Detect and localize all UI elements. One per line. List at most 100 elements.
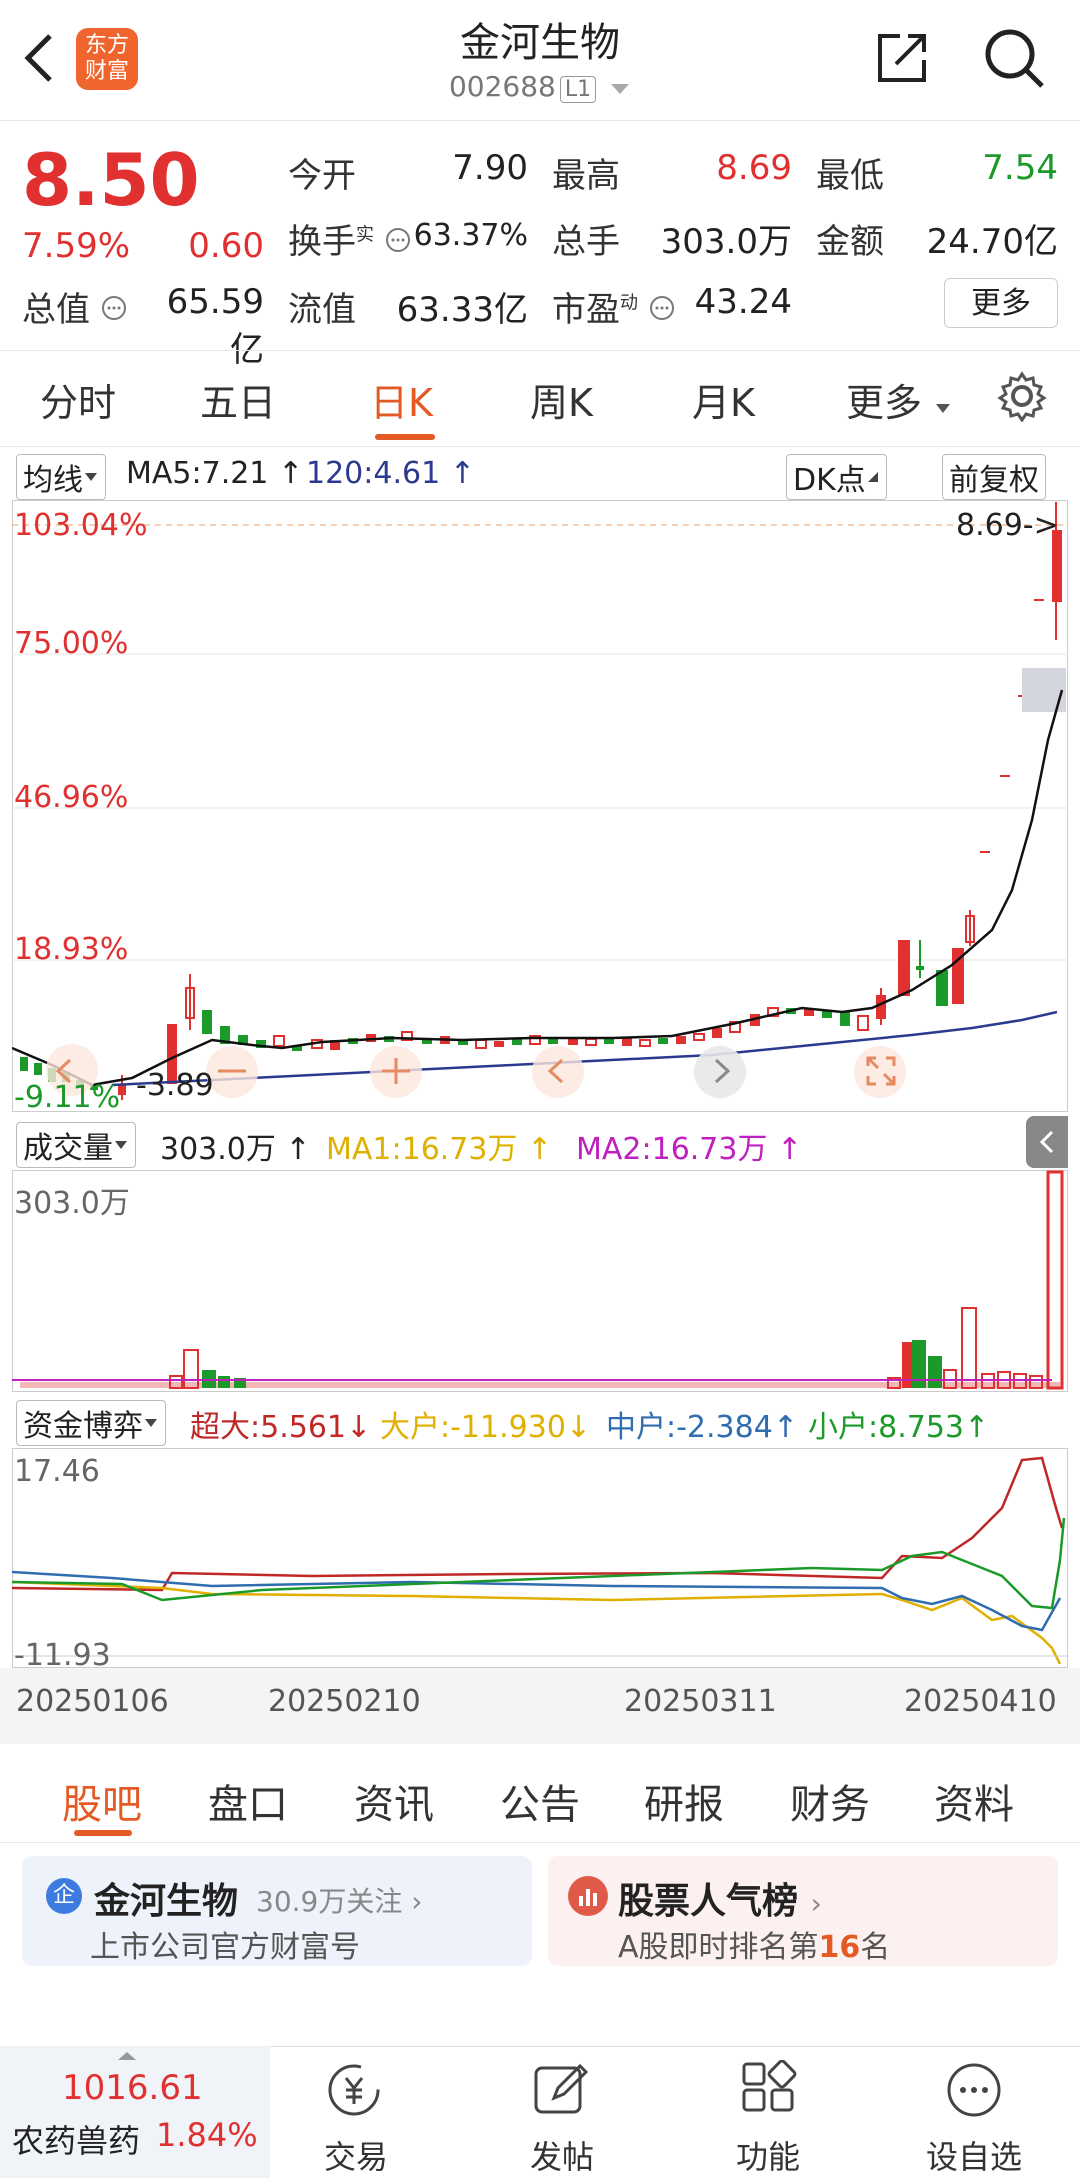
chevron-right-icon[interactable] <box>712 1056 732 1086</box>
tab-daily-k[interactable]: 日K <box>370 372 433 427</box>
pe-value: 43.24 <box>694 282 792 322</box>
fund-axis-top: 17.46 <box>14 1454 100 1489</box>
tab-more-label: 更多 <box>846 381 923 425</box>
current-price: 8.50 <box>22 138 200 222</box>
turnover-sup: 实 <box>356 224 374 246</box>
candlestick-chart[interactable] <box>12 500 1068 1112</box>
volume-chart[interactable] <box>12 1170 1068 1392</box>
tab-profile[interactable]: 资料 <box>934 1772 1014 1830</box>
date-label-3: 20250311 <box>624 1684 777 1719</box>
mktcap-value: 65.59亿 <box>166 282 264 370</box>
pct-label-3: 46.96% <box>14 780 129 815</box>
nav-post[interactable]: 发帖 <box>492 2132 632 2178</box>
volume-axis-top: 303.0万 <box>14 1186 130 1221</box>
info-icon <box>101 296 126 320</box>
mktcap-label[interactable]: 总值 <box>22 282 127 331</box>
index-value: 1016.61 <box>62 2068 203 2108</box>
more-dots-icon[interactable] <box>944 2060 1004 2120</box>
index-ticker[interactable]: 1016.61 农药兽药 1.84% <box>0 2046 270 2178</box>
tab-weekly-k[interactable]: 周K <box>530 372 593 427</box>
tab-five-day[interactable]: 五日 <box>200 372 276 427</box>
float-label: 流值 <box>288 290 356 330</box>
fullscreen-icon[interactable] <box>864 1054 898 1088</box>
pe-sup: 动 <box>620 292 638 314</box>
more-quote-button[interactable]: 更多 <box>944 278 1058 328</box>
nav-trade[interactable]: 交易 <box>286 2132 426 2178</box>
pct-label-bottom: -9.11% <box>14 1080 121 1115</box>
collapse-panel-button[interactable] <box>1026 1116 1068 1168</box>
official-account-card[interactable]: 企 金河生物 30.9万关注 › 上市公司官方财富号 <box>22 1856 532 1966</box>
post-edit-icon[interactable] <box>530 2060 590 2120</box>
tab-financials[interactable]: 财务 <box>790 1772 870 1830</box>
divider <box>0 350 1080 351</box>
caret-down-icon <box>611 84 630 94</box>
active-tab-indicator <box>375 434 435 440</box>
chevron-left-icon[interactable] <box>546 1056 566 1086</box>
volume-ma1: MA1:16.73万 ↑ <box>326 1132 553 1167</box>
float-value: 63.33亿 <box>396 290 528 330</box>
search-icon[interactable] <box>982 26 1046 90</box>
dk-point-selector[interactable]: DK点 <box>786 454 887 500</box>
turnover-label[interactable]: 换手实 <box>288 214 411 263</box>
popularity-rank-card[interactable]: 股票人气榜 › A股即时排名第16名 <box>548 1856 1058 1966</box>
tab-forum[interactable]: 股吧 <box>62 1772 142 1830</box>
low-price-value: 3.89 <box>146 1068 214 1103</box>
price-adjust-button[interactable]: 前复权 <box>942 454 1046 500</box>
stock-code: 002688 <box>448 70 556 103</box>
zoom-out-icon[interactable] <box>214 1056 250 1086</box>
tab-news[interactable]: 资讯 <box>354 1772 434 1830</box>
share-icon[interactable] <box>872 28 932 88</box>
volume-label: 总手 <box>552 222 620 262</box>
corner-triangle-icon <box>867 472 878 482</box>
ma5-label: MA5:7.21 ↑ <box>126 456 304 491</box>
divider <box>0 1842 1080 1843</box>
settings-gear-icon[interactable] <box>996 370 1048 422</box>
chevron-left-icon <box>1039 1130 1054 1154</box>
ma-selector[interactable]: 均线 <box>16 454 106 500</box>
medium-value: 中户:-2.384 <box>606 1410 773 1445</box>
tab-intraday[interactable]: 分时 <box>40 372 116 427</box>
zoom-in-icon[interactable] <box>378 1056 414 1086</box>
tab-monthly-k[interactable]: 月K <box>692 372 755 427</box>
fund-flow-chart[interactable] <box>12 1448 1068 1668</box>
super-large-flow: 超大:5.561↓ <box>190 1410 372 1445</box>
large-value: 大户:-11.930 <box>380 1410 566 1445</box>
date-label-4: 20250410 <box>904 1684 1057 1719</box>
caret-down-icon <box>936 404 951 413</box>
enterprise-badge-icon: 企 <box>46 1878 82 1914</box>
pe-text: 市盈 <box>552 290 620 330</box>
medium-flow: 中户:-2.384↑ <box>606 1410 798 1445</box>
index-change: 1.84% <box>156 2116 258 2154</box>
tab-research[interactable]: 研报 <box>644 1772 724 1830</box>
index-name: 农药兽药 <box>12 2122 141 2160</box>
low-price-marker: -3.89 <box>136 1068 214 1103</box>
tab-order-book[interactable]: 盘口 <box>208 1772 288 1830</box>
rank-card-subtitle: A股即时排名第16名 <box>618 1922 890 1966</box>
rank-card-title: 股票人气榜 › <box>618 1881 822 1922</box>
amount-value: 24.70亿 <box>926 222 1058 262</box>
functions-grid-icon[interactable] <box>738 2060 798 2120</box>
nav-functions[interactable]: 功能 <box>698 2132 838 2178</box>
low-value: 7.54 <box>982 148 1058 188</box>
ma120-value: 120:4.61 <box>306 456 441 491</box>
volume-current-value: 303.0万 <box>160 1132 276 1167</box>
super-large-value: 超大:5.561 <box>190 1410 346 1445</box>
divider <box>0 446 1080 447</box>
tab-more[interactable]: 更多 <box>846 372 952 427</box>
nav-add-watchlist[interactable]: 设自选 <box>904 2132 1044 2178</box>
ma5-value: MA5:7.21 <box>126 456 269 491</box>
follower-count-value: 30.9万关注 <box>256 1885 403 1918</box>
small-value: 小户:8.753 <box>808 1410 964 1445</box>
rank-card-title-text: 股票人气榜 <box>618 1881 799 1922</box>
caret-down-icon <box>145 1419 157 1427</box>
high-value: 8.69 <box>716 148 792 188</box>
ma120-label: 120:4.61 ↑ <box>306 456 475 491</box>
tab-announcements[interactable]: 公告 <box>500 1772 580 1830</box>
level-badge: L1 <box>559 76 597 103</box>
volume-indicator-selector[interactable]: 成交量 <box>16 1122 136 1168</box>
pe-label[interactable]: 市盈动 <box>552 282 675 331</box>
trade-yen-icon[interactable] <box>322 2060 386 2120</box>
ranking-chart-icon <box>568 1876 608 1916</box>
fund-flow-selector[interactable]: 资金博弈 <box>16 1400 166 1446</box>
rank-sub-a: A股即时排名第 <box>618 1930 819 1965</box>
